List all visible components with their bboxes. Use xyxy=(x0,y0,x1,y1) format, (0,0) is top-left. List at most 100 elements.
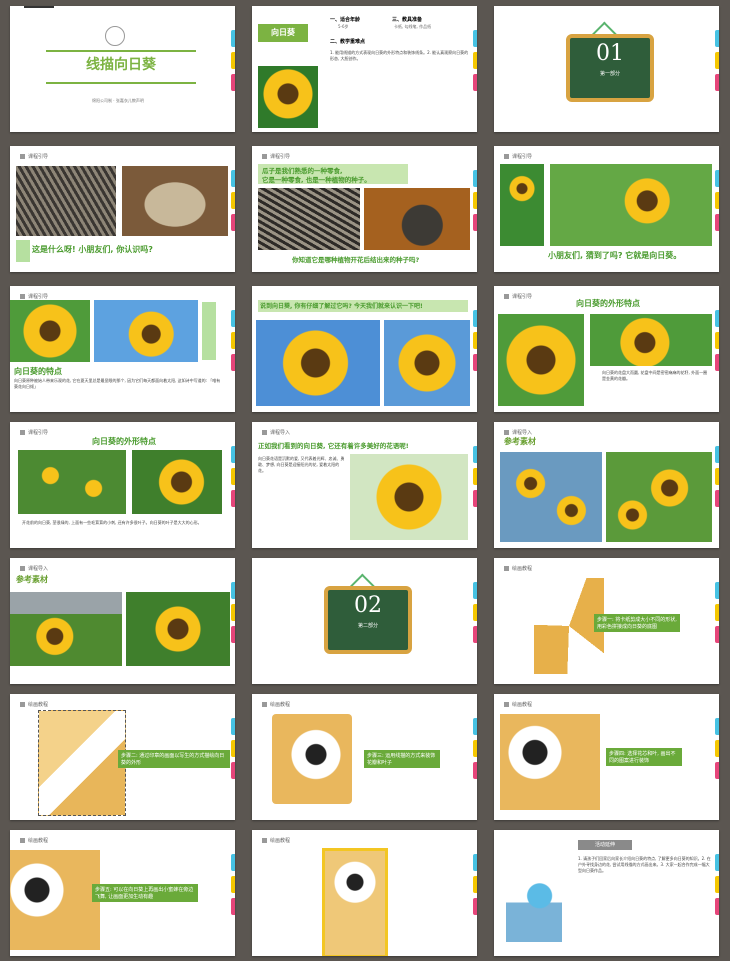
slide-thumbnail-4[interactable]: 课程引导 这是什么呀! 小朋友们, 你认识吗? xyxy=(10,146,235,272)
sunflower-drawing xyxy=(10,850,100,950)
chalkboard: 02 第二部分 xyxy=(324,586,412,654)
slide-thumbnail-14[interactable]: 02 第二部分 xyxy=(252,558,477,684)
sunflower-drawing xyxy=(500,714,600,810)
slide-body: 向日葵原种被始人带来乐观的花, 它在夏天里总是最显眼的那个, 因为它们每天都面向… xyxy=(14,378,221,389)
sunflower-closeup-photo xyxy=(590,314,712,366)
presentation-subtitle: 绵阳公司制 · 张嘉衣儿教声明 xyxy=(92,98,144,103)
slide-header: 绘画教程 xyxy=(262,701,290,708)
materials-value: 卡纸, 勾线笔, 作品纸 xyxy=(394,24,432,29)
slide-title: 参考素材 xyxy=(504,437,536,446)
sunflower-field-photo xyxy=(550,164,712,246)
step-box: 步骤二: 通过印章的画面以写生的方式描绘向日葵的外形 xyxy=(118,750,230,768)
sunflower-drawing xyxy=(38,710,126,816)
slide-header: 课程导入 xyxy=(504,429,532,436)
age-value: 5-6岁 xyxy=(338,24,349,29)
sunflower-drawing xyxy=(272,714,352,804)
slide-thumbnail-10[interactable]: 课程引导 向日葵的外形特点 开花前的向日葵, 茎很绿的, 上面有一些毛茸茸的小刺… xyxy=(10,422,235,548)
side-tabs xyxy=(231,170,235,236)
sunflower-photo xyxy=(10,300,90,362)
lightbulb-icon xyxy=(105,26,125,46)
magnifier-character-illustration xyxy=(506,876,562,942)
step-box: 步骤三: 运用线描的方式来装饰花瓣和叶子 xyxy=(364,750,440,768)
slide-header-text: 绘画教程 xyxy=(28,838,49,844)
slide-header: 课程导入 xyxy=(20,565,48,572)
slide-thumbnail-13[interactable]: 课程导入 参考素材 xyxy=(10,558,235,684)
seeds-photo xyxy=(258,188,360,250)
green-accent xyxy=(202,302,216,360)
slide-thumbnail-21[interactable]: 活动延伸 1. 请孩子们回家后向家长介绍向日葵的特点, 了解更多向日葵的知识。2… xyxy=(494,830,719,956)
section-label: 第二部分 xyxy=(357,623,378,629)
slide-header: 绘画教程 xyxy=(20,837,48,844)
slide-tag: 向日葵 xyxy=(258,24,308,42)
slide-thumbnail-16[interactable]: 绘画教程 步骤二: 通过印章的画面以写生的方式描绘向日葵的外形 xyxy=(10,694,235,820)
binder-clip xyxy=(24,6,54,8)
green-accent xyxy=(16,240,30,262)
slide-header-text: 课程引导 xyxy=(270,154,291,160)
seeds-bowl-photo xyxy=(122,166,228,236)
chalkboard: 01 第一部分 xyxy=(566,34,654,102)
slide-thumbnail-7[interactable]: 课程引导 向日葵的特点 向日葵原种被始人带来乐观的花, 它在夏天里总是最显眼的那… xyxy=(10,286,235,412)
slide-header-text: 绘画教程 xyxy=(270,838,291,844)
seeds-photo xyxy=(16,166,116,236)
materials-heading: 三、教具准备 xyxy=(392,17,423,23)
sunflower-field-photo xyxy=(18,450,126,514)
side-tabs xyxy=(715,170,719,236)
seeds-spoon-photo xyxy=(364,188,470,250)
slide-thumbnail-18[interactable]: 绘画教程 步骤四: 选择花芯和叶, 画出不同的图案进行装饰 xyxy=(494,694,719,820)
slide-thumbnail-5[interactable]: 课程引导 瓜子是我们熟悉的一种零食, 它是一种零食, 也是一种植物的种子。 你知… xyxy=(252,146,477,272)
slide-thumbnail-12[interactable]: 课程导入 参考素材 xyxy=(494,422,719,548)
sunflower-photo xyxy=(498,314,584,406)
slide-header: 绘画教程 xyxy=(504,701,532,708)
section-number: 01 xyxy=(596,41,624,66)
side-tabs xyxy=(715,30,719,96)
slide-header: 课程引导 xyxy=(20,153,48,160)
side-tabs xyxy=(715,582,719,648)
presentation-title: 线描向日葵 xyxy=(86,57,156,73)
slide-caption: 说到向日葵, 你有仔细了解过它吗? 今天我们就来认识一下吧! xyxy=(260,303,423,310)
slide-thumbnail-grid: 线描向日葵 绵阳公司制 · 张嘉衣儿教声明 向日葵 一、适合年龄 5-6岁 三、… xyxy=(0,0,730,961)
slide-thumbnail-20[interactable]: 绘画教程 xyxy=(252,830,477,956)
slide-thumbnail-9[interactable]: 课程引导 向日葵的外形特点 向日葵的花盘大而圆, 花盘中间是密密麻麻的花籽, 外… xyxy=(494,286,719,412)
step-box: 步骤四: 选择花芯和叶, 画出不同的图案进行装饰 xyxy=(606,748,682,766)
step-box: 步骤五: 可以在向日葵上再画出小蜜蜂在旁边飞舞, 让画面更加生动有趣 xyxy=(92,884,198,902)
slide-thumbnail-17[interactable]: 绘画教程 步骤三: 运用线描的方式来装饰花瓣和叶子 xyxy=(252,694,477,820)
sunflowers-photo-2 xyxy=(606,452,712,542)
slide-header: 绘画教程 xyxy=(262,837,290,844)
slide-header-text: 课程引导 xyxy=(512,154,533,160)
section-number: 02 xyxy=(354,593,382,618)
slide-header-text: 绘画教程 xyxy=(512,566,533,572)
slide-thumbnail-1[interactable]: 线描向日葵 绵阳公司制 · 张嘉衣儿教声明 xyxy=(10,6,235,132)
slide-header-text: 绘画教程 xyxy=(270,702,291,708)
slide-header: 课程导入 xyxy=(262,429,290,436)
side-tabs xyxy=(231,854,235,920)
caption-line-2: 它是一种零食, 也是一种植物的种子。 xyxy=(262,176,371,184)
slide-header-text: 绘画教程 xyxy=(28,702,49,708)
slide-title: 活动延伸 xyxy=(578,840,632,850)
slide-thumbnail-15[interactable]: 绘画教程 步骤一: 将卡纸剪成大小不同的形状, 用彩色拼接成向日葵的底图 xyxy=(494,558,719,684)
slide-thumbnail-6[interactable]: 课程引导 小朋友们, 猜到了吗? 它就是向日葵。 xyxy=(494,146,719,272)
slide-header-text: 课程引导 xyxy=(28,154,49,160)
slide-header: 课程引导 xyxy=(20,293,48,300)
slide-header-text: 课程引导 xyxy=(28,430,49,436)
slide-header: 绘画教程 xyxy=(504,565,532,572)
slide-thumbnail-11[interactable]: 课程导入 正如我们看到的向日葵, 它还有着许多美好的花语呢! 向日葵花语是沉默的… xyxy=(252,422,477,548)
slide-header-text: 课程导入 xyxy=(28,566,49,572)
slide-thumbnail-2[interactable]: 向日葵 一、适合年龄 5-6岁 三、教具准备 卡纸, 勾线笔, 作品纸 二、教学… xyxy=(252,6,477,132)
slide-thumbnail-3[interactable]: 01 第一部分 xyxy=(494,6,719,132)
age-heading: 一、适合年龄 xyxy=(330,17,361,23)
side-tabs xyxy=(231,310,235,376)
slide-body: 1. 请孩子们回家后向家长介绍向日葵的特点, 了解更多向日葵的知识。2. 在户外… xyxy=(578,856,711,873)
slide-header: 绘画教程 xyxy=(20,701,48,708)
slide-thumbnail-19[interactable]: 绘画教程 步骤五: 可以在向日葵上再画出小蜜蜂在旁边飞舞, 让画面更加生动有趣 xyxy=(10,830,235,956)
side-tabs xyxy=(473,446,477,512)
side-tabs xyxy=(715,310,719,376)
slide-thumbnail-8[interactable]: 说到向日葵, 你有仔细了解过它吗? 今天我们就来认识一下吧! xyxy=(252,286,477,412)
side-tabs xyxy=(473,854,477,920)
sunflower-sky-photo xyxy=(94,300,198,362)
side-tabs xyxy=(231,718,235,784)
side-tabs xyxy=(473,310,477,376)
sunflower-photo xyxy=(350,454,468,540)
side-tabs xyxy=(715,854,719,920)
sunflower-photo xyxy=(258,66,318,128)
key-points-body: 1. 能用线描的方式表现向日葵的外形特点和装饰线条。2. 能认真观察向日葵的形态… xyxy=(330,50,469,61)
